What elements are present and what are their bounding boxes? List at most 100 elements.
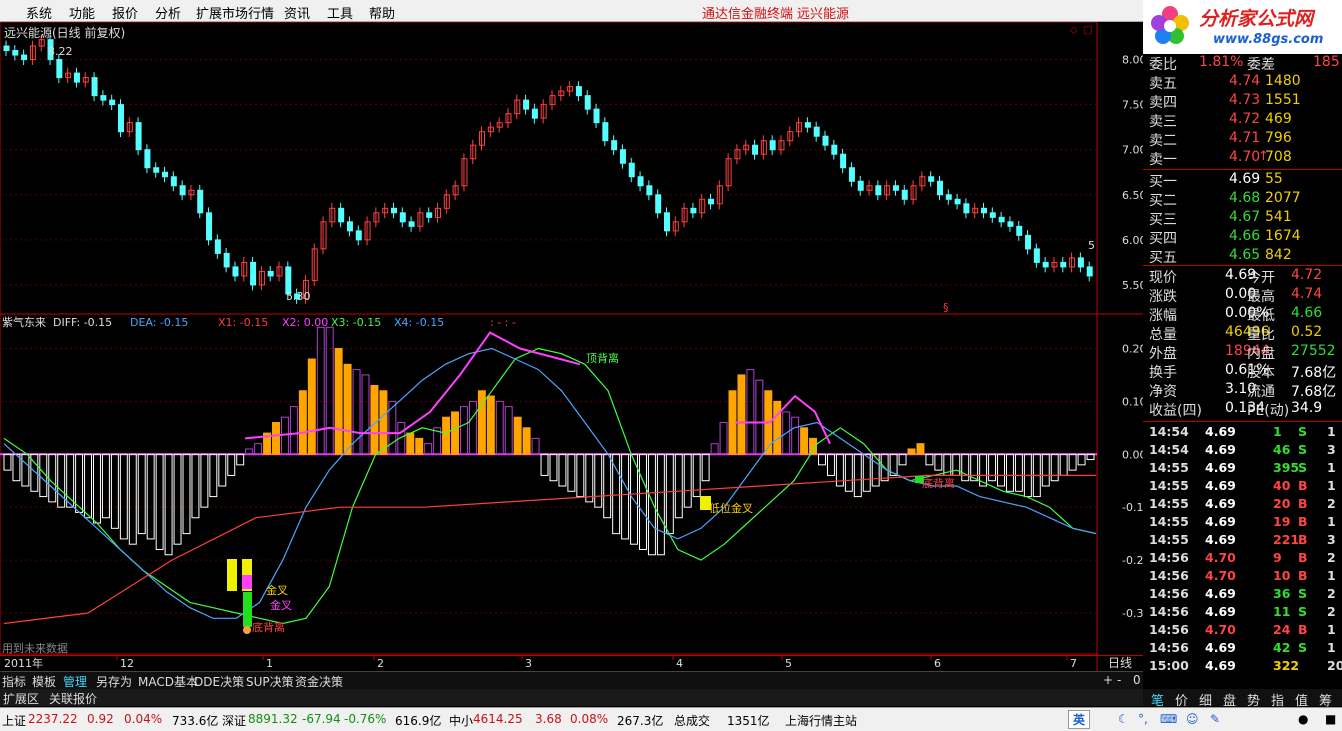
candle-body	[1086, 266, 1093, 277]
menu-tools[interactable]: 工具	[327, 3, 353, 22]
menu-bar: 系统 功能 报价 分析 扩展市场行情 资讯 工具 帮助 通达信金融终端 远兴能源	[0, 0, 1342, 22]
macd-bar	[415, 437, 424, 455]
low-price-label: 5.30	[286, 290, 311, 303]
zoom-level: 0	[1133, 673, 1141, 687]
price-tick-label: 6.50	[1122, 189, 1143, 202]
price-tick-label: 5.50	[1122, 279, 1143, 292]
tab-4[interactable]: MACD基本	[138, 673, 198, 690]
candle-body	[936, 180, 943, 196]
chart-area[interactable]: § ◇ □ 8.00 7.50 7.00 6.50 6.00 5.50 0.20 0.10 0.00…	[0, 22, 1143, 692]
macd-bar	[800, 427, 809, 455]
ime-moon-icon[interactable]: ☾	[1118, 712, 1129, 726]
menu-help[interactable]: 帮助	[369, 3, 395, 22]
logo: 分析家公式网 www.88gs.com	[1143, 0, 1342, 54]
candle-body	[1033, 248, 1040, 263]
tab-1[interactable]: 模板	[32, 673, 56, 690]
candle-body	[989, 212, 996, 218]
tab-7[interactable]: 资金决策	[295, 673, 343, 690]
tab-5[interactable]: DDE决策	[194, 673, 244, 690]
candle-body	[144, 149, 151, 169]
candle-body	[153, 167, 160, 173]
menu-news[interactable]: 资讯	[284, 3, 310, 22]
price-tick-label: 7.50	[1122, 99, 1143, 112]
macd-bar	[182, 453, 191, 535]
macd-bar	[755, 379, 764, 455]
ime-punct-icon[interactable]: °,	[1138, 712, 1148, 726]
candle-body	[523, 99, 530, 110]
tab-6[interactable]: SUP决策	[246, 673, 294, 690]
tick-row: 14:56 4.69 11 S 2	[1149, 604, 1336, 619]
settings-tool-icon[interactable]: ✎	[1210, 712, 1220, 726]
macd-bar	[621, 453, 630, 540]
menu-analysis[interactable]: 分析	[155, 3, 181, 22]
candle-body	[1016, 225, 1023, 236]
macd-bar	[200, 453, 209, 508]
macd-bar	[630, 453, 639, 545]
chart-canvas[interactable]: § ◇ □ 8.00 7.50 7.00 6.50 6.00 5.50 0.20 0.10 0.00…	[0, 22, 1143, 672]
candle-body	[197, 189, 204, 214]
indicator-tick-label: -0.10	[1122, 501, 1143, 514]
macd-bar	[370, 384, 379, 455]
macd-bar	[316, 326, 325, 455]
zoom-in-button[interactable]: +	[1103, 673, 1113, 687]
candle-body	[752, 144, 759, 155]
candle-body	[250, 261, 257, 286]
macd-bar	[486, 395, 495, 455]
sh-pct: 0.04%	[124, 712, 163, 726]
up-arrow-icon: ↑	[1258, 149, 1269, 164]
candle-body	[892, 185, 899, 191]
indicator-tick-label: -0.30	[1122, 607, 1143, 620]
keyboard-icon[interactable]: ⌨	[1160, 712, 1177, 726]
macd-bar	[576, 453, 585, 498]
menu-function[interactable]: 功能	[69, 3, 95, 22]
tick-row: 14:56 4.69 36 S 2	[1149, 586, 1336, 601]
tab-2[interactable]: 管理	[63, 673, 87, 690]
server-name[interactable]: 上海行情主站	[785, 712, 857, 729]
macd-bar	[737, 374, 746, 455]
macd-bar	[424, 443, 433, 455]
menu-system[interactable]: 系统	[26, 3, 52, 22]
stat-row: 涨幅 0.00% 最低 4.66	[1149, 305, 1323, 324]
candle-body	[390, 207, 397, 214]
indicator-tick-label: 0.00	[1122, 448, 1143, 461]
macd-bar	[710, 443, 719, 455]
indicator-x3: X3: -0.15	[331, 316, 381, 329]
candle-body	[602, 122, 609, 142]
status-bar: 上证 2237.22 0.92 0.04% 733.6亿 深证 8891.32 …	[0, 707, 1342, 731]
menu-quote[interactable]: 报价	[112, 3, 138, 22]
candle-body	[426, 212, 433, 218]
subtab-0[interactable]: 扩展区	[3, 690, 39, 707]
tick-row: 14:55 4.69 20 B 2	[1149, 496, 1336, 511]
macd-bar	[871, 453, 880, 487]
candle-body	[813, 126, 820, 137]
macd-bar	[406, 432, 415, 455]
macd-bar	[961, 453, 970, 482]
tab-0[interactable]: 指标	[2, 673, 26, 690]
candle-body	[637, 176, 644, 187]
candle-body	[963, 203, 970, 214]
flower-logo-icon	[1151, 6, 1189, 44]
signal-s-icon: §	[943, 301, 949, 314]
ime-indicator[interactable]: 英	[1068, 710, 1091, 729]
subtab-1[interactable]: 关联报价	[49, 690, 97, 707]
candle-body	[232, 266, 239, 277]
user-icon[interactable]: ☺	[1186, 712, 1199, 726]
tab-3[interactable]: 另存为	[96, 673, 132, 690]
right-tabbar: 笔价细盘势指值筹	[1143, 689, 1342, 709]
menu-extended-market[interactable]: 扩展市场行情	[196, 3, 274, 22]
macd-bar	[451, 411, 459, 455]
zoom-out-button[interactable]: -	[1117, 673, 1121, 687]
macd-bar	[84, 453, 93, 519]
candle-body	[91, 77, 98, 97]
macd-bar	[862, 453, 871, 492]
macd-bar	[173, 453, 182, 545]
indicator-x2: X2: 0.00	[282, 316, 328, 329]
macd-bar	[155, 453, 164, 550]
macd-bar	[540, 453, 549, 476]
sh-index: 2237.22	[28, 712, 78, 726]
ask-row: 卖五 4.74 1480	[1149, 73, 1301, 92]
logo-url: www.88gs.com	[1213, 32, 1324, 47]
macd-bar	[442, 416, 451, 455]
candle-body	[170, 176, 177, 187]
tick-row: 15:00 4.69 322 20	[1149, 658, 1342, 673]
